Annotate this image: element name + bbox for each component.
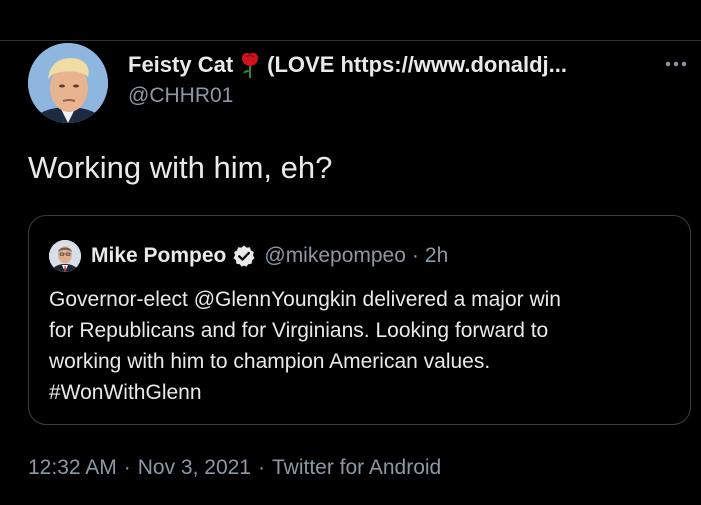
tweet-time[interactable]: 12:32 AM	[28, 456, 117, 479]
quote-text-line: Governor-elect @GlennYoungkin delivered …	[49, 288, 561, 311]
quote-text-line: for Republicans and for Virginians. Look…	[49, 319, 549, 342]
quote-time[interactable]: 2h	[425, 244, 448, 268]
author-name-suffix[interactable]: (LOVE https://www.donaldj...	[267, 52, 567, 78]
author-name[interactable]: Feisty Cat	[128, 52, 233, 78]
tweet-header: Feisty Cat (LOVE https://www.donaldj... …	[128, 50, 628, 112]
quote-avatar-portrait-icon	[49, 240, 81, 272]
author-handle[interactable]: @CHHR01	[128, 84, 628, 112]
quote-separator: ·	[411, 244, 419, 267]
more-horizontal-icon[interactable]	[664, 58, 688, 70]
author-name-row[interactable]: Feisty Cat (LOVE https://www.donaldj...	[128, 50, 628, 80]
tweet-text: Working with him, eh?	[28, 150, 333, 185]
tweet-source[interactable]: Twitter for Android	[272, 456, 441, 479]
rose-icon	[242, 53, 259, 78]
quote-tweet-card[interactable]: Mike Pompeo @mikepompeo · 2h Governor-el…	[28, 215, 691, 425]
tweet-meta: 12:32 AM · Nov 3, 2021 · Twitter for Android	[28, 456, 441, 480]
top-divider	[0, 40, 701, 41]
quote-text-line: working with him to champion American va…	[49, 350, 491, 373]
verified-badge-icon	[233, 245, 255, 267]
avatar-portrait-icon	[28, 43, 108, 123]
meta-separator: ·	[257, 456, 265, 479]
quote-hashtag[interactable]: #WonWithGlenn	[49, 377, 679, 408]
tweet-date[interactable]: Nov 3, 2021	[138, 456, 251, 479]
quote-text: Governor-elect @GlennYoungkin delivered …	[49, 284, 679, 408]
tweet-page: Feisty Cat (LOVE https://www.donaldj... …	[0, 0, 701, 505]
author-avatar[interactable]	[28, 43, 108, 123]
quote-author-handle[interactable]: @mikepompeo	[264, 244, 406, 268]
quote-header: Mike Pompeo @mikepompeo · 2h	[49, 240, 448, 272]
quote-author-name[interactable]: Mike Pompeo	[91, 244, 226, 268]
meta-separator: ·	[123, 456, 131, 479]
quote-author-avatar[interactable]	[49, 240, 81, 272]
